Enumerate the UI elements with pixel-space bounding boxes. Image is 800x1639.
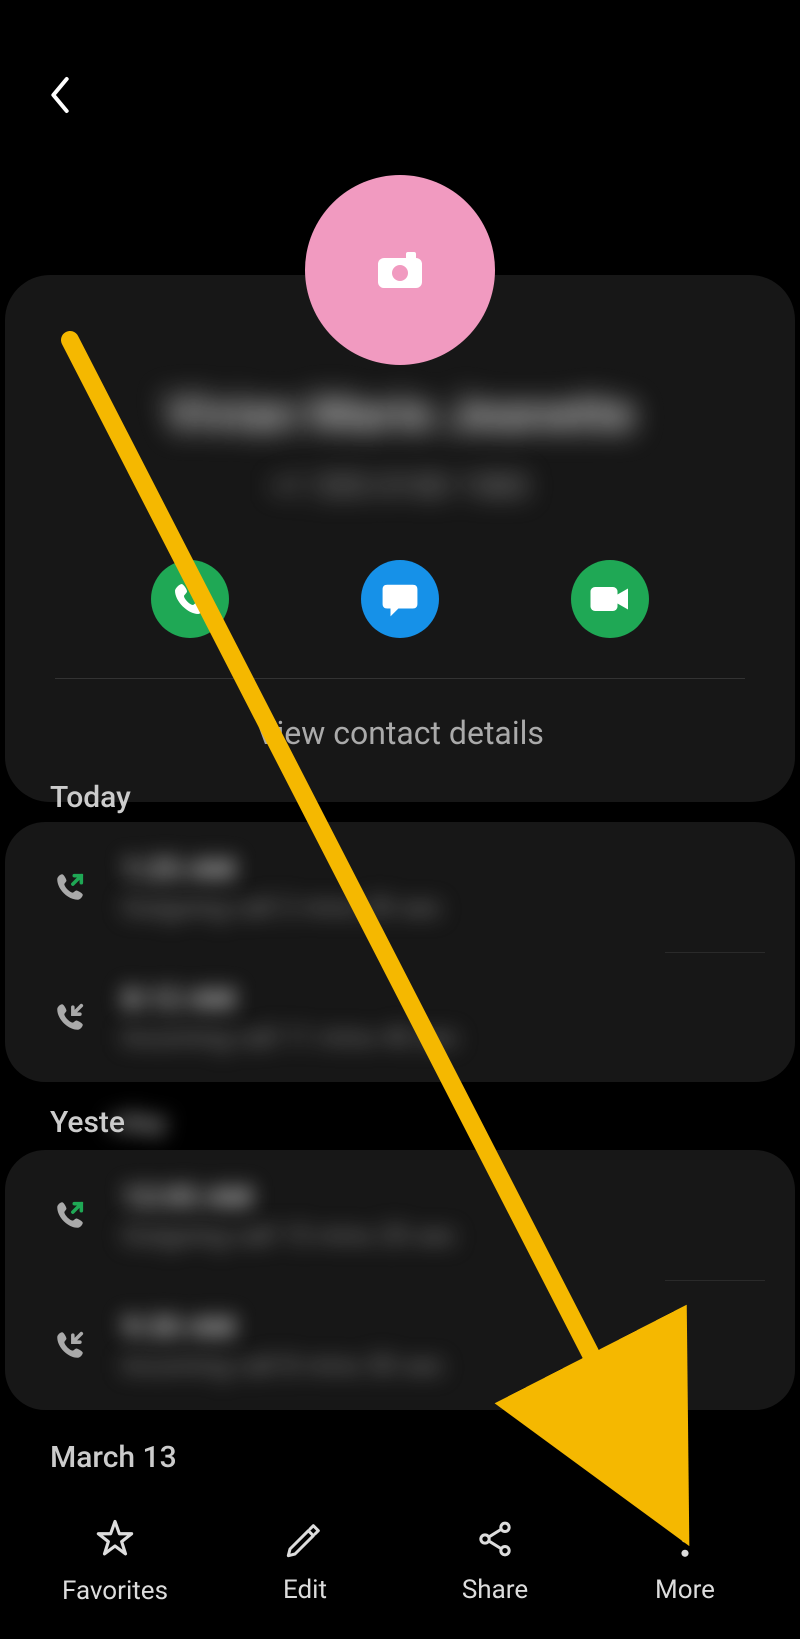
- nav-label: Share: [462, 1575, 528, 1605]
- outgoing-call-icon: [50, 1198, 90, 1232]
- phone-icon: [172, 581, 208, 617]
- nav-edit[interactable]: Edit: [210, 1519, 400, 1605]
- avatar[interactable]: [305, 175, 495, 365]
- call-log-item[interactable]: 12:05 AM Outgoing call 15 mins 20 sec: [5, 1150, 795, 1280]
- call-detail: Incoming call 8 mins 50 sec: [122, 1351, 750, 1381]
- call-group-yesterday: 12:05 AM Outgoing call 15 mins 20 sec 9:…: [5, 1150, 795, 1410]
- bottom-navigation: Favorites Edit Share More: [0, 1484, 800, 1639]
- call-time: 12:05 AM: [122, 1180, 750, 1215]
- call-log-item[interactable]: 1:25 AM Outgoing call 2 mins 30 sec: [5, 822, 795, 952]
- call-group-today: 1:25 AM Outgoing call 2 mins 30 sec 8:12…: [5, 822, 795, 1082]
- section-header-today: Today: [50, 780, 131, 815]
- row-divider: [665, 1280, 765, 1281]
- view-contact-details-button[interactable]: View contact details: [55, 714, 745, 762]
- contact-name: Vivian Marie Jeanette: [55, 385, 745, 442]
- message-icon: [381, 581, 419, 617]
- nav-label: More: [655, 1575, 715, 1605]
- incoming-call-icon: [50, 1000, 90, 1034]
- camera-icon: [376, 250, 424, 290]
- call-detail: Outgoing call 2 mins 30 sec: [122, 893, 750, 923]
- nav-favorites[interactable]: Favorites: [20, 1518, 210, 1606]
- contact-phone: +1 555 0100 1583: [55, 467, 745, 505]
- call-button[interactable]: [151, 560, 229, 638]
- star-icon: [94, 1518, 136, 1560]
- outgoing-call-icon: [50, 870, 90, 904]
- back-button[interactable]: [45, 75, 85, 115]
- share-icon: [475, 1519, 515, 1559]
- section-header-march: March 13: [50, 1440, 177, 1475]
- video-call-button[interactable]: [571, 560, 649, 638]
- call-detail: Outgoing call 15 mins 20 sec: [122, 1221, 750, 1251]
- message-button[interactable]: [361, 560, 439, 638]
- nav-label: Edit: [283, 1575, 327, 1605]
- nav-share[interactable]: Share: [400, 1519, 590, 1605]
- nav-label: Favorites: [62, 1576, 168, 1606]
- nav-more[interactable]: More: [590, 1519, 780, 1605]
- call-detail: Incoming call 11 mins 40 sec: [122, 1023, 750, 1053]
- video-icon: [589, 584, 631, 614]
- pencil-icon: [285, 1519, 325, 1559]
- action-buttons: [55, 560, 745, 638]
- more-icon: [679, 1519, 691, 1559]
- section-header-yesterday-blurred: rday: [110, 1105, 167, 1140]
- call-time: 9:30 AM: [122, 1310, 750, 1345]
- call-time: 1:25 AM: [122, 852, 750, 887]
- call-time: 8:12 AM: [122, 982, 750, 1017]
- chevron-left-icon: [45, 75, 75, 115]
- call-log-item[interactable]: 8:12 AM Incoming call 11 mins 40 sec: [5, 952, 795, 1082]
- divider: [55, 678, 745, 679]
- row-divider: [665, 952, 765, 953]
- call-log-item[interactable]: 9:30 AM Incoming call 8 mins 50 sec: [5, 1280, 795, 1410]
- incoming-call-icon: [50, 1328, 90, 1362]
